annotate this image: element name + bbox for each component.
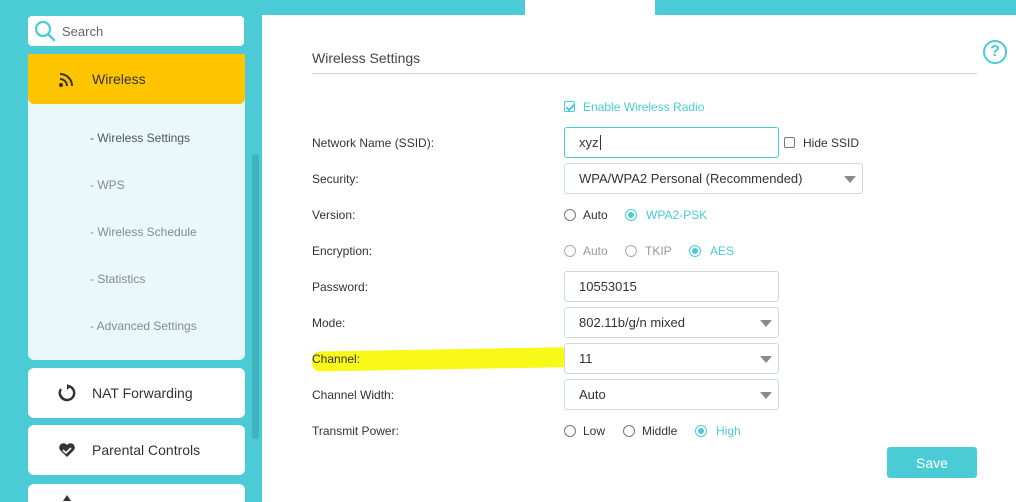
encryption-auto-radio[interactable]: [564, 245, 576, 257]
title-divider: [312, 73, 977, 74]
transmit-power-middle-label: Middle: [642, 424, 678, 438]
security-value: WPA/WPA2 Personal (Recommended): [579, 171, 803, 186]
ssid-label: Network Name (SSID):: [312, 136, 435, 150]
top-nav-active-tab[interactable]: [525, 0, 655, 15]
page-title: Wireless Settings: [312, 50, 421, 66]
chevron-down-icon: [760, 320, 772, 327]
sidebar-item-partial[interactable]: [28, 484, 245, 502]
enable-wireless-radio-label: Enable Wireless Radio: [583, 100, 705, 114]
chevron-down-icon: [760, 356, 772, 363]
sidebar-scrollbar[interactable]: [252, 154, 259, 439]
encryption-auto-label: Auto: [583, 244, 608, 258]
sidebar-item-nat-forwarding[interactable]: NAT Forwarding: [28, 368, 245, 418]
transmit-power-label: Transmit Power:: [312, 424, 399, 438]
partial-icon: [63, 495, 71, 501]
encryption-tkip-label: TKIP: [645, 244, 672, 258]
sidebar-item-parental-controls[interactable]: Parental Controls: [28, 425, 245, 475]
transmit-power-middle-radio[interactable]: [623, 425, 635, 437]
password-value: 10553015: [579, 279, 637, 294]
channel-width-value: Auto: [579, 387, 606, 402]
version-wpa2psk-radio[interactable]: [625, 209, 637, 221]
encryption-tkip-radio[interactable]: [625, 245, 637, 257]
channel-width-select[interactable]: Auto: [564, 379, 779, 410]
mode-label: Mode:: [312, 316, 346, 330]
encryption-aes-label: AES: [710, 244, 735, 258]
transmit-power-high-radio[interactable]: [695, 425, 707, 437]
channel-width-label: Channel Width:: [312, 388, 395, 402]
sidebar-item-wireless[interactable]: Wireless: [28, 54, 245, 104]
channel-label: Channel:: [312, 352, 361, 366]
encryption-aes-radio[interactable]: [689, 245, 701, 257]
sidebar-subitem-wireless-settings[interactable]: - Wireless Settings: [90, 131, 190, 145]
sidebar-subitem-wps[interactable]: - WPS: [90, 178, 125, 192]
enable-wireless-radio-checkbox[interactable]: [564, 101, 575, 112]
version-wpa2psk-label: WPA2-PSK: [646, 208, 708, 222]
version-label: Version:: [312, 208, 356, 222]
mode-select[interactable]: 802.11b/g/n mixed: [564, 307, 779, 338]
heart-icon: [59, 443, 75, 457]
security-label: Security:: [312, 172, 359, 186]
mode-value: 802.11b/g/n mixed: [579, 315, 685, 330]
security-select[interactable]: WPA/WPA2 Personal (Recommended): [564, 163, 863, 194]
search-box[interactable]: [28, 16, 244, 46]
transmit-power-high-label: High: [716, 424, 741, 438]
sidebar-item-label: Wireless: [92, 71, 146, 87]
chevron-down-icon: [760, 392, 772, 399]
transmit-power-low-radio[interactable]: [564, 425, 576, 437]
main-panel: Wireless Settings ? Enable Wireless Radi…: [262, 15, 1016, 502]
password-label: Password:: [312, 280, 369, 294]
ssid-value: xyz: [579, 135, 599, 150]
transmit-power-low-label: Low: [583, 424, 606, 438]
save-button[interactable]: Save: [887, 447, 977, 478]
version-auto-radio[interactable]: [564, 209, 576, 221]
chevron-down-icon: [844, 176, 856, 183]
search-input[interactable]: [62, 23, 232, 39]
ssid-input[interactable]: xyz: [564, 127, 779, 158]
version-auto-label: Auto: [583, 208, 608, 222]
channel-value: 11: [579, 351, 593, 366]
nat-forwarding-icon: [58, 384, 76, 402]
sidebar-subitem-advanced-settings[interactable]: - Advanced Settings: [90, 319, 197, 333]
sidebar: Wireless - Wireless Settings - WPS - Wir…: [0, 0, 262, 502]
help-icon[interactable]: ?: [983, 40, 1007, 64]
sidebar-subitem-wireless-schedule[interactable]: - Wireless Schedule: [90, 225, 197, 239]
hide-ssid-label: Hide SSID: [803, 136, 860, 150]
sidebar-item-label: Parental Controls: [92, 442, 201, 458]
search-icon: [34, 20, 56, 42]
text-cursor: [599, 135, 601, 150]
wifi-icon: [59, 73, 73, 87]
password-input[interactable]: 10553015: [564, 271, 779, 302]
hide-ssid-checkbox[interactable]: [784, 137, 795, 148]
sidebar-item-label: NAT Forwarding: [92, 385, 193, 401]
sidebar-subitem-statistics[interactable]: - Statistics: [90, 272, 145, 286]
channel-select[interactable]: 11: [564, 343, 779, 374]
encryption-label: Encryption:: [312, 244, 373, 258]
sidebar-section-wireless: Wireless - Wireless Settings - WPS - Wir…: [28, 54, 245, 360]
